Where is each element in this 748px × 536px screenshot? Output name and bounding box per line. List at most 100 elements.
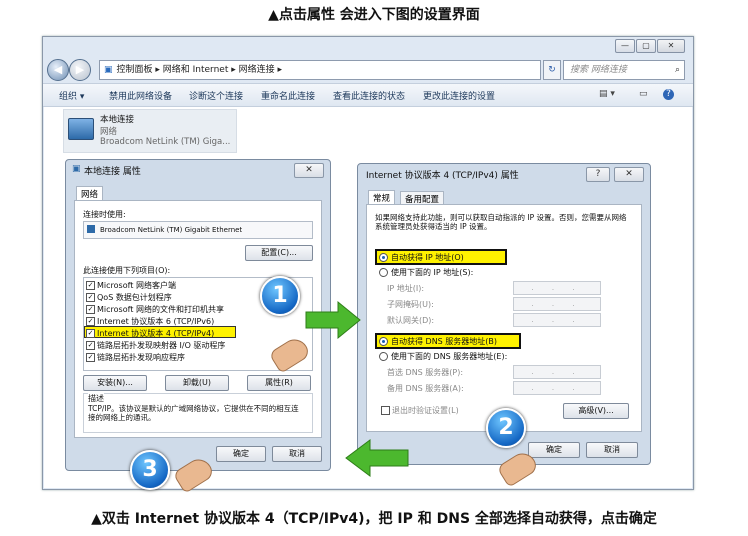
network-adapter-icon (68, 118, 94, 140)
adapter-field: Broadcom NetLink (TM) Gigabit Ethernet (83, 221, 313, 239)
radio-dot[interactable] (379, 253, 388, 262)
minimize-button[interactable]: — (615, 39, 635, 53)
adapter-device: Broadcom NetLink (TM) Giga... (100, 137, 231, 147)
radio-dot[interactable] (379, 268, 388, 277)
rename-button[interactable]: 重命名此连接 (261, 89, 315, 102)
list-item[interactable]: ✓ 链路层拓扑发现映射器 I/O 驱动程序 (86, 340, 225, 351)
checkbox[interactable] (381, 406, 390, 415)
item-label: Internet 协议版本 6 (TCP/IPv6) (97, 317, 215, 326)
gateway-label: 默认网关(D): (387, 316, 435, 325)
checkbox[interactable]: ✓ (86, 329, 95, 338)
search-input[interactable]: 搜索 网络连接 ⌕ (563, 60, 685, 80)
maximize-button[interactable]: ▢ (636, 39, 656, 53)
checkbox[interactable]: ✓ (86, 341, 95, 350)
search-placeholder: 搜索 网络连接 (570, 65, 627, 75)
radio-dot[interactable] (379, 337, 388, 346)
preferred-dns-label: 首选 DNS 服务器(P): (387, 368, 464, 377)
list-item[interactable]: ✓ Microsoft 网络客户端 (86, 280, 176, 291)
description-box: 描述 TCP/IP。该协议是默认的广域网络协议，它提供在不同的相互连接的网络上的… (83, 393, 313, 433)
breadcrumb: 控制面板 ▸ 网络和 Internet ▸ 网络连接 ▸ (116, 65, 282, 75)
checkbox[interactable]: ✓ (86, 317, 95, 326)
checkbox[interactable]: ✓ (86, 353, 95, 362)
close-icon[interactable]: ✕ (614, 167, 644, 182)
adapter-status: 网络 (100, 127, 118, 137)
local-connection-properties-dialog: ▣ 本地连接 属性 ✕ 网络 连接时使用: Broadcom NetLink (… (65, 159, 331, 471)
help-icon[interactable]: ? (663, 89, 674, 100)
step-2-badge: 2 (486, 408, 526, 448)
back-arrow-icon[interactable]: ◀ (47, 59, 69, 81)
close-button[interactable]: ✕ (657, 39, 685, 53)
auto-ip-label: 自动获得 IP 地址(O) (391, 253, 464, 262)
description-label: 描述 (88, 393, 104, 404)
advanced-button[interactable]: 高级(V)... (563, 403, 629, 419)
search-icon: ⌕ (674, 65, 680, 75)
radio-dot[interactable] (379, 352, 388, 361)
item-label: 链路层拓扑发现响应程序 (97, 353, 185, 362)
properties-button[interactable]: 属性(R) (247, 375, 311, 391)
item-label: Microsoft 网络的文件和打印机共享 (97, 305, 224, 314)
intro-text: 如果网络支持此功能，则可以获取自动指派的 IP 设置。否则，您需要从网络系统管理… (375, 213, 627, 231)
manual-dns-radio[interactable]: 使用下面的 DNS 服务器地址(E): (379, 351, 507, 362)
subnet-label: 子网掩码(U): (387, 300, 434, 309)
ip-address-field[interactable]: . . . (513, 281, 601, 295)
explorer-window: — ▢ ✕ ◀ ▶ ▣ 控制面板 ▸ 网络和 Internet ▸ 网络连接 ▸ … (42, 36, 694, 490)
items-label: 此连接使用下列项目(O): (83, 266, 171, 275)
item-label: Microsoft 网络客户端 (97, 281, 176, 290)
forward-arrow-icon[interactable]: ▶ (69, 59, 91, 81)
diagnose-button[interactable]: 诊断这个连接 (189, 89, 243, 102)
disable-device-button[interactable]: 禁用此网络设备 (109, 89, 172, 102)
install-button[interactable]: 安装(N)... (83, 375, 147, 391)
bottom-caption: ▲双击 Internet 协议版本 4（TCP/IPv4)，把 IP 和 DNS… (91, 511, 657, 527)
gateway-field[interactable]: . . . (513, 313, 601, 327)
list-item[interactable]: ✓ 链路层拓扑发现响应程序 (86, 352, 185, 363)
alternate-dns-label: 备用 DNS 服务器(A): (387, 384, 464, 393)
ok-button[interactable]: 确定 (528, 442, 580, 458)
cancel-button[interactable]: 取消 (586, 442, 638, 458)
list-item[interactable]: ✓ QoS 数据包计划程序 (86, 292, 172, 303)
address-bar[interactable]: ▣ 控制面板 ▸ 网络和 Internet ▸ 网络连接 ▸ (99, 60, 541, 80)
step-1-badge: 1 (260, 276, 300, 316)
close-icon[interactable]: ✕ (294, 163, 324, 178)
connect-using-label: 连接时使用: (83, 210, 126, 219)
uninstall-button[interactable]: 卸载(U) (165, 375, 229, 391)
view-options-icon[interactable]: ▤ ▾ (599, 89, 615, 99)
checkbox[interactable]: ✓ (86, 293, 95, 302)
description-text: TCP/IP。该协议是默认的广域网络协议，它提供在不同的相互连接的网络上的通讯。 (88, 404, 299, 422)
adapter-name: 本地连接 (100, 115, 135, 125)
address-row: ◀ ▶ ▣ 控制面板 ▸ 网络和 Internet ▸ 网络连接 ▸ ↻ 搜索 网… (47, 59, 687, 81)
list-item-ipv4[interactable]: ✓ Internet 协议版本 4 (TCP/IPv4) (86, 328, 214, 339)
validate-on-exit-checkbox[interactable]: 退出时验证设置(L) (381, 405, 459, 416)
cancel-button[interactable]: 取消 (272, 446, 322, 462)
configure-button[interactable]: 配置(C)... (245, 245, 313, 261)
auto-dns-radio[interactable]: 自动获得 DNS 服务器地址(B) (379, 336, 497, 347)
ok-button[interactable]: 确定 (216, 446, 266, 462)
auto-ip-radio[interactable]: 自动获得 IP 地址(O) (379, 252, 464, 263)
auto-dns-label: 自动获得 DNS 服务器地址(B) (391, 337, 498, 346)
control-panel-icon: ▣ (104, 65, 113, 75)
network-tab-panel: 连接时使用: Broadcom NetLink (TM) Gigabit Eth… (74, 200, 322, 438)
adapter-chip-icon (87, 225, 95, 233)
subnet-field[interactable]: . . . (513, 297, 601, 311)
organize-menu[interactable]: 组织 ▾ (59, 89, 84, 102)
window-controls: — ▢ ✕ (615, 39, 685, 53)
ip-address-label: IP 地址(I): (387, 284, 425, 293)
list-item[interactable]: ✓ Microsoft 网络的文件和打印机共享 (86, 304, 224, 315)
item-label: Internet 协议版本 4 (TCP/IPv4) (97, 329, 215, 338)
refresh-icon[interactable]: ↻ (543, 60, 561, 80)
step-3-badge: 3 (130, 450, 170, 490)
local-connection-adapter[interactable]: 本地连接 网络 Broadcom NetLink (TM) Giga... (63, 109, 237, 153)
help-icon[interactable]: ? (586, 167, 610, 182)
dialog-title: Internet 协议版本 4 (TCP/IPv4) 属性 (366, 171, 519, 181)
checkbox[interactable]: ✓ (86, 305, 95, 314)
item-label: QoS 数据包计划程序 (97, 293, 172, 302)
view-status-button[interactable]: 查看此连接的状态 (333, 89, 405, 102)
preview-pane-icon[interactable]: ▭ (639, 89, 648, 99)
preferred-dns-field[interactable]: . . . (513, 365, 601, 379)
manual-ip-label: 使用下面的 IP 地址(S): (391, 268, 474, 277)
manual-ip-radio[interactable]: 使用下面的 IP 地址(S): (379, 267, 473, 278)
adapter-full-name: Broadcom NetLink (TM) Gigabit Ethernet (100, 226, 243, 234)
alternate-dns-field[interactable]: . . . (513, 381, 601, 395)
left-arrow-icon (345, 439, 409, 477)
checkbox[interactable]: ✓ (86, 281, 95, 290)
change-settings-button[interactable]: 更改此连接的设置 (423, 89, 495, 102)
